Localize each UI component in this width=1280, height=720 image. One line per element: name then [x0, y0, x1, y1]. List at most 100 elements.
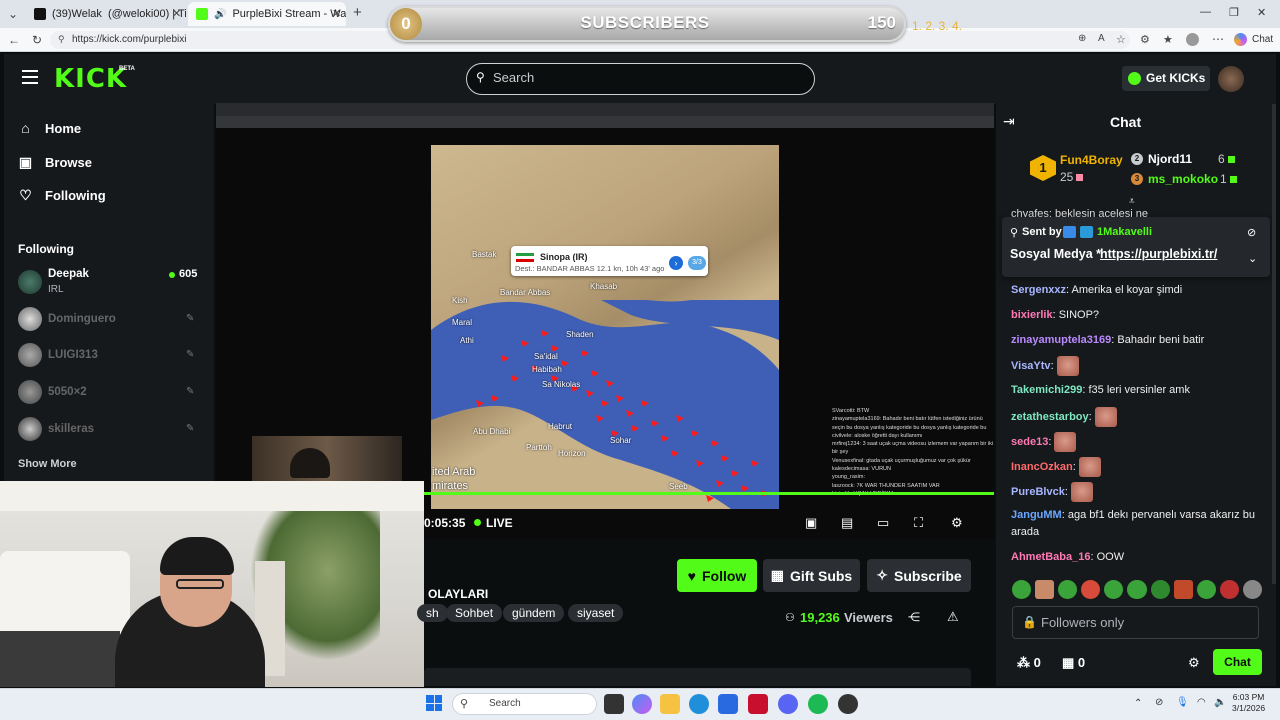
chevron-down-icon[interactable]: ⌄ — [1248, 252, 1257, 265]
leaderboard-user[interactable]: ms_mokoko — [1148, 172, 1218, 186]
close-tab-icon[interactable]: ✕ — [172, 7, 181, 20]
acrobat-icon[interactable] — [748, 694, 768, 714]
show-more-link[interactable]: Show More — [18, 458, 77, 470]
chat-scrollbar[interactable] — [1272, 104, 1276, 584]
speaker-icon[interactable]: 🔊 — [214, 9, 226, 20]
leaderboard-user[interactable]: Njord11 — [1148, 152, 1192, 166]
store-icon[interactable] — [718, 694, 738, 714]
profile-avatar[interactable] — [1186, 33, 1199, 46]
hide-pin-icon[interactable]: ⊘ — [1247, 226, 1256, 239]
channel-points[interactable]: ⁂ 0 — [1017, 655, 1041, 671]
tag[interactable]: Sohbet — [446, 604, 503, 622]
chat-username[interactable]: Sergenxxz — [1011, 284, 1066, 296]
system-clock[interactable]: 6:03 PM 3/1/2026 — [1232, 692, 1265, 714]
kick-logo[interactable]: KICK — [54, 64, 127, 94]
settings-gear-icon[interactable]: ⚙ — [951, 515, 963, 531]
edge-icon[interactable] — [689, 694, 709, 714]
copilot-app-icon[interactable] — [632, 694, 652, 714]
maximize-icon[interactable]: ❐ — [1229, 6, 1239, 19]
hamburger-menu-icon[interactable] — [22, 70, 38, 84]
refresh-icon[interactable]: ↻ — [32, 33, 42, 47]
fullscreen-icon[interactable]: ⛶ — [914, 515, 923, 531]
chat-username[interactable]: Takemichi299 — [1011, 384, 1082, 396]
chat-username[interactable]: PureBlvck — [1011, 486, 1065, 498]
windows-start-icon[interactable] — [426, 695, 442, 711]
close-tab-icon[interactable]: ✕ — [332, 7, 341, 20]
emote-icon[interactable] — [1104, 580, 1124, 599]
channel-name[interactable]: 5050×2 — [48, 386, 87, 398]
send-chat-button[interactable]: Chat — [1213, 649, 1262, 675]
new-tab-icon[interactable]: + — [353, 4, 362, 21]
volume-icon[interactable]: 🔈 — [1214, 697, 1226, 708]
favorites-icon[interactable]: ★ — [1163, 33, 1173, 46]
discord-icon[interactable] — [778, 694, 798, 714]
chat-username[interactable]: sede13 — [1011, 436, 1048, 448]
task-view-icon[interactable] — [604, 694, 624, 714]
user-avatar[interactable] — [1218, 66, 1244, 92]
emote-icon[interactable] — [1127, 580, 1147, 599]
channel-name[interactable]: skilleras — [48, 423, 94, 435]
leaderboard-user[interactable]: Fun4Boray — [1060, 153, 1123, 167]
gift-count[interactable]: ▦ 0 — [1062, 655, 1085, 671]
emote-icon[interactable] — [1012, 580, 1032, 599]
channel-name[interactable]: Dominguero — [48, 313, 116, 325]
emote-icon[interactable] — [1081, 580, 1101, 599]
chat-username[interactable]: bixierlik — [1011, 309, 1053, 321]
follow-button[interactable]: ♥ Follow — [677, 559, 757, 592]
copilot-chat-label[interactable]: Chat — [1252, 34, 1273, 45]
channel-name[interactable]: LUIGI313 — [48, 349, 98, 361]
tag[interactable]: gündem — [503, 604, 565, 622]
collapse-chat-icon[interactable]: ⇥ — [1003, 113, 1015, 130]
emote-icon[interactable] — [1196, 580, 1216, 599]
channel-avatar[interactable] — [18, 380, 42, 404]
live-label[interactable]: LIVE — [486, 516, 513, 530]
minimize-icon[interactable]: — — [1200, 6, 1211, 18]
video-progress-bar[interactable] — [424, 492, 994, 495]
sidebar-item-home[interactable]: ⌂ Home — [18, 121, 81, 137]
channel-avatar[interactable] — [18, 343, 42, 367]
chat-username[interactable]: zetathestarboy — [1011, 411, 1089, 423]
favorite-star-icon[interactable]: ☆ — [1116, 33, 1126, 46]
chat-settings-icon[interactable]: ⚙ — [1188, 655, 1200, 671]
site-info-icon[interactable]: ⚲ — [58, 34, 65, 45]
sidebar-item-following[interactable]: ♡ Following — [18, 188, 105, 204]
mic-icon[interactable]: 🎙 — [1176, 697, 1189, 708]
spotify-icon[interactable] — [808, 694, 828, 714]
chat-username[interactable]: zinayamuptela3169 — [1011, 334, 1111, 346]
share-icon[interactable]: ⋲ — [908, 610, 920, 624]
pinned-link[interactable]: https://purplebixi.tr/ — [1100, 247, 1217, 261]
emote-icon[interactable] — [1035, 580, 1055, 599]
chevron-right-icon[interactable]: › — [669, 256, 683, 270]
network-icon[interactable]: ⊘ — [1155, 697, 1163, 708]
chat-username[interactable]: InancOzkan — [1011, 461, 1073, 473]
extensions-icon[interactable]: ⚙ — [1140, 33, 1150, 46]
pinned-user[interactable]: 1Makavelli — [1097, 226, 1152, 238]
theater-mode-icon[interactable]: ▭ — [877, 515, 889, 531]
subscribe-button[interactable]: ✧ Subscribe — [867, 559, 971, 592]
read-aloud-icon[interactable]: A — [1098, 33, 1105, 44]
clip-icon[interactable]: ▤ — [841, 515, 853, 531]
emote-icon[interactable] — [1173, 580, 1193, 599]
back-icon[interactable]: ← — [8, 33, 20, 47]
emote-icon[interactable] — [1242, 580, 1263, 599]
app-icon[interactable] — [838, 694, 858, 714]
wifi-icon[interactable]: ◠ — [1197, 697, 1206, 708]
file-explorer-icon[interactable] — [660, 694, 680, 714]
tab-list-icon[interactable]: ⌄ — [8, 7, 18, 21]
expand-leaderboard-icon[interactable]: ⩡ — [1129, 196, 1135, 207]
channel-avatar[interactable] — [18, 307, 42, 331]
tag[interactable]: sh — [417, 604, 448, 622]
copilot-icon[interactable] — [1234, 33, 1247, 46]
zoom-icon[interactable]: ⊕ — [1078, 33, 1086, 44]
tab-kick[interactable]: 🔊 PurpleBixi Stream - Watch Live — [188, 2, 346, 26]
sidebar-item-browse[interactable]: ▣ Browse — [18, 155, 92, 171]
taskbar-search[interactable]: Search — [452, 693, 597, 715]
chat-username[interactable]: JanguMM — [1011, 509, 1062, 521]
channel-avatar[interactable] — [18, 270, 42, 294]
emote-icon[interactable] — [1150, 580, 1170, 599]
chat-username[interactable]: VisaYtv — [1011, 360, 1051, 372]
channel-avatar[interactable] — [18, 417, 42, 441]
report-icon[interactable]: ⚠ — [947, 609, 959, 625]
channel-name[interactable]: Deepak — [48, 268, 89, 280]
emote-icon[interactable] — [1219, 580, 1239, 599]
